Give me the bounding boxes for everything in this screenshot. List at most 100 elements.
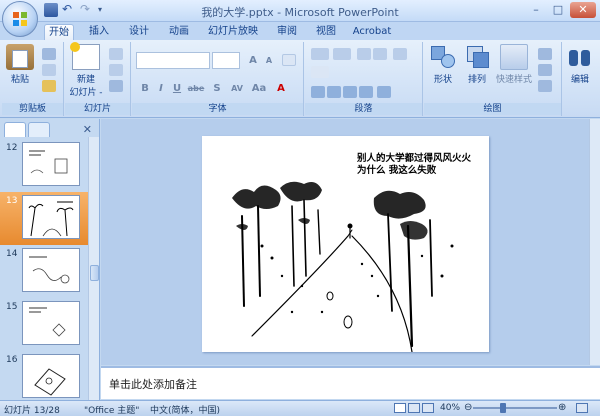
slide-thumbnail-16[interactable]: 16: [0, 351, 88, 400]
shadow-button[interactable]: S: [210, 82, 224, 96]
font-color-button[interactable]: A: [274, 82, 288, 96]
tab-slideshow[interactable]: 幻灯片放映: [206, 24, 260, 40]
new-slide-button[interactable]: 新建 幻灯片 -: [67, 42, 105, 98]
ribbon: 粘贴 剪贴板 新建 幻灯片 - 幻灯片 A A B I U abe S AV A…: [0, 40, 600, 118]
tab-animation[interactable]: 动画: [164, 24, 194, 40]
align-left-icon[interactable]: [311, 86, 325, 98]
paste-button[interactable]: 粘贴: [6, 44, 34, 85]
zoom-slider-knob[interactable]: [500, 403, 506, 413]
format-painter-icon[interactable]: [42, 80, 56, 92]
arrange-label: 排列: [467, 75, 486, 85]
paragraph-group: 段落: [305, 42, 423, 116]
window-title: 我的大学.pptx - Microsoft PowerPoint: [201, 6, 399, 19]
new-slide-icon: [70, 42, 100, 70]
title-bar: ↶ ↷ ▾ 我的大学.pptx - Microsoft PowerPoint –…: [0, 0, 600, 22]
columns-icon[interactable]: [377, 86, 391, 98]
text-direction-icon[interactable]: [311, 66, 329, 78]
window-controls: – □ ✕: [526, 2, 596, 18]
tab-acrobat[interactable]: Acrobat: [350, 24, 394, 40]
layout-icon[interactable]: [109, 48, 123, 60]
underline-button[interactable]: U: [170, 82, 184, 96]
binoculars-icon: [567, 44, 593, 70]
tab-design[interactable]: 设计: [124, 24, 154, 40]
tab-view[interactable]: 视图: [311, 24, 341, 40]
slide-thumbnail-14[interactable]: 14: [0, 245, 88, 298]
italic-button[interactable]: I: [154, 82, 168, 96]
zoom-slider[interactable]: [473, 407, 557, 409]
thumbnail-number: 14: [6, 249, 18, 259]
char-spacing-button[interactable]: AV: [228, 82, 246, 96]
justify-icon[interactable]: [359, 86, 373, 98]
theme-name: "Office 主题": [84, 406, 140, 416]
strikethrough-button[interactable]: abe: [186, 82, 206, 96]
zoom-in-icon[interactable]: ⊕: [558, 402, 566, 413]
tab-home[interactable]: 开始: [44, 24, 74, 40]
slides-tab[interactable]: [4, 122, 26, 137]
copy-icon[interactable]: [42, 64, 56, 76]
thumbnail-image: [22, 195, 80, 239]
tab-insert[interactable]: 插入: [84, 24, 114, 40]
language-indicator[interactable]: 中文(简体，中国): [150, 403, 220, 416]
minimize-button[interactable]: –: [526, 2, 546, 18]
align-center-icon[interactable]: [327, 86, 341, 98]
slide-sorter-icon[interactable]: [408, 403, 420, 413]
normal-view-icon[interactable]: [394, 403, 406, 413]
shapes-icon: [429, 44, 457, 70]
bold-button[interactable]: B: [138, 82, 152, 96]
office-button[interactable]: [2, 1, 38, 37]
zoom-out-icon[interactable]: ⊖: [464, 402, 472, 413]
numbering-icon[interactable]: [333, 48, 351, 60]
current-slide[interactable]: 别人的大学都过得风风火火 为什么 我这么失败: [202, 136, 489, 352]
editing-group: 编辑: [563, 42, 598, 116]
bullets-icon[interactable]: [311, 48, 329, 60]
thumbnail-number: 15: [6, 302, 18, 312]
ribbon-tabs: 开始 插入 设计 动画 幻灯片放映 审阅 视图 Acrobat: [0, 22, 600, 40]
change-case-button[interactable]: Aa: [250, 82, 268, 96]
font-size-combo[interactable]: [212, 52, 240, 69]
slides-panel: ✕ 12 13 14 15 16: [0, 119, 100, 400]
tab-review[interactable]: 审阅: [272, 24, 302, 40]
quick-styles-label: 快速样式: [495, 75, 532, 85]
close-button[interactable]: ✕: [570, 2, 596, 18]
thumbnail-image: [22, 354, 80, 398]
align-right-icon[interactable]: [343, 86, 357, 98]
paste-icon: [6, 44, 34, 70]
slide-thumbnail-15[interactable]: 15: [0, 298, 88, 351]
paragraph-group-label: 段落: [305, 103, 422, 115]
clear-format-icon[interactable]: [282, 54, 296, 66]
drawing-group-label: 绘图: [424, 103, 561, 115]
shapes-button[interactable]: 形状: [426, 44, 460, 85]
cut-icon[interactable]: [42, 48, 56, 60]
reset-icon[interactable]: [109, 64, 123, 76]
drawing-group: 形状 排列 快速样式 绘图: [424, 42, 562, 116]
delete-slide-icon[interactable]: [109, 80, 123, 92]
decrease-indent-icon[interactable]: [357, 48, 371, 60]
maximize-button[interactable]: □: [548, 2, 568, 18]
editing-label: 编辑: [570, 75, 589, 85]
editing-button[interactable]: 编辑: [565, 44, 595, 85]
arrange-button[interactable]: 排列: [460, 44, 494, 85]
increase-indent-icon[interactable]: [373, 48, 387, 60]
zoom-level[interactable]: 40%: [440, 403, 460, 413]
slide-thumbnail-13[interactable]: 13: [0, 192, 88, 245]
shrink-font-button[interactable]: A: [262, 54, 276, 68]
font-name-combo[interactable]: [136, 52, 210, 69]
slideshow-icon[interactable]: [422, 403, 434, 413]
thumbnail-number: 16: [6, 355, 18, 365]
quick-styles-button[interactable]: 快速样式: [494, 44, 534, 85]
panel-scrollbar[interactable]: [88, 137, 99, 400]
shape-effects-icon[interactable]: [538, 80, 552, 92]
main-scrollbar[interactable]: [589, 119, 600, 365]
shape-outline-icon[interactable]: [538, 64, 552, 76]
outline-tab[interactable]: [28, 122, 50, 137]
notes-placeholder: 单击此处添加备注: [109, 378, 197, 391]
slide-thumbnail-12[interactable]: 12: [0, 139, 88, 192]
notes-pane[interactable]: 单击此处添加备注: [101, 366, 600, 399]
line-spacing-icon[interactable]: [393, 48, 407, 60]
grow-font-button[interactable]: A: [246, 54, 260, 68]
shape-fill-icon[interactable]: [538, 48, 552, 60]
panel-close-button[interactable]: ✕: [83, 123, 92, 136]
thumbnail-image: [22, 301, 80, 345]
panel-scroll-thumb[interactable]: [90, 265, 99, 281]
fit-window-icon[interactable]: [576, 403, 588, 413]
